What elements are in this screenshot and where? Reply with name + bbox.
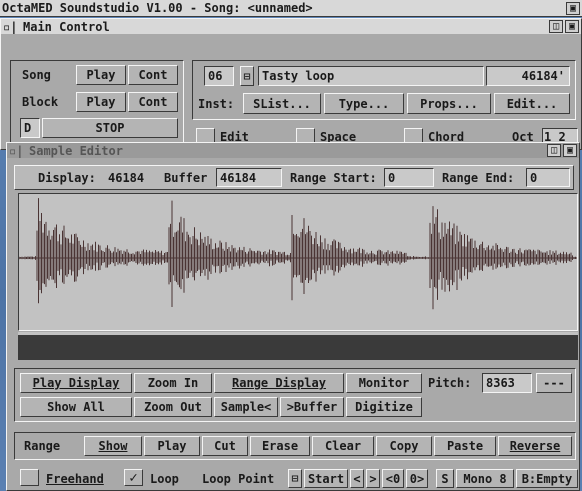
sample-to-buffer-left-button[interactable]: Sample< — [214, 397, 278, 417]
sample-editor-close-icon[interactable]: ▫| — [9, 144, 23, 158]
nav-end-button[interactable]: 0> — [406, 469, 428, 488]
loop-point-label: Loop Point — [202, 471, 275, 486]
waveform-display[interactable] — [18, 193, 578, 331]
screen-title: OctaMED Soundstudio V1.00 - Song: <unnam… — [2, 1, 313, 15]
freehand-checkbox[interactable] — [20, 469, 39, 486]
play-range-label: Play — [157, 439, 187, 453]
nav-prev-button[interactable]: < — [350, 469, 364, 488]
sample-length-field: 46184' — [486, 66, 570, 86]
reverse-button[interactable]: Reverse — [498, 436, 572, 456]
main-control-title: Main Control — [23, 19, 110, 34]
play-range-button[interactable]: Play — [144, 436, 200, 456]
song-play-button[interactable]: Play — [76, 65, 126, 85]
props-button[interactable]: Props... — [407, 93, 491, 114]
nav-next-button[interactable]: > — [366, 469, 380, 488]
d-field[interactable]: D — [20, 118, 40, 138]
reverse-label: Reverse — [509, 439, 561, 453]
range-display-button[interactable]: Range Display — [214, 373, 344, 393]
sample-left-label: Sample< — [220, 400, 272, 414]
inst-label: Inst: — [198, 97, 235, 111]
range-label: Range — [24, 439, 61, 453]
copy-button[interactable]: Copy — [376, 436, 432, 456]
loop-checkbox[interactable]: ✓ — [124, 469, 143, 486]
range-start-label: Range Start: — [290, 170, 377, 185]
zoom-in-label: Zoom In — [147, 376, 199, 390]
start-button[interactable]: Start — [304, 469, 348, 488]
paste-label: Paste — [446, 439, 484, 453]
zoom-out-button[interactable]: Zoom Out — [134, 397, 212, 417]
pitch-button[interactable]: --- — [536, 373, 572, 393]
waveform-scrollbar[interactable] — [18, 332, 578, 360]
edit-button[interactable]: Edit... — [494, 93, 570, 114]
close-icon[interactable]: ▫| — [3, 20, 17, 34]
loop-label: Loop — [150, 471, 179, 486]
screen-title-bar[interactable]: OctaMED Soundstudio V1.00 - Song: <unnam… — [0, 0, 582, 17]
range-end-field[interactable]: 0 — [526, 168, 570, 187]
buffer-field[interactable]: 46184 — [216, 168, 282, 187]
monitor-button[interactable]: Monitor — [346, 373, 422, 393]
pitch-label: Pitch: — [428, 376, 472, 390]
to-buffer-button[interactable]: >Buffer — [280, 397, 344, 417]
sample-name-field[interactable]: Tasty loop — [258, 66, 484, 86]
range-start-field[interactable]: 0 — [384, 168, 434, 187]
paste-button[interactable]: Paste — [434, 436, 496, 456]
sample-editor-depth-icon[interactable]: ▣ — [563, 144, 577, 157]
sample-editor-title-bar[interactable]: ▫| Sample Editor — [7, 143, 579, 158]
type-button[interactable]: Type... — [324, 93, 404, 114]
loop-point-lock-icon[interactable]: ⊟ — [288, 469, 302, 488]
sample-number-field[interactable]: 06 — [204, 66, 234, 86]
freehand-label: Freehand — [46, 471, 104, 486]
block-label: Block — [22, 95, 59, 109]
display-label: Display: — [38, 170, 96, 185]
cut-label: Cut — [214, 439, 236, 453]
range-end-label: Range End: — [442, 170, 515, 185]
erase-button[interactable]: Erase — [250, 436, 310, 456]
buffer-label: Buffer — [164, 170, 208, 185]
show-button[interactable]: Show — [84, 436, 142, 456]
waveform-graph[interactable] — [19, 194, 577, 330]
play-display-label: Play Display — [32, 376, 120, 390]
lock-icon[interactable]: ⊟ — [240, 66, 254, 86]
digitize-label: Digitize — [355, 400, 413, 414]
song-cont-button[interactable]: Cont — [128, 65, 178, 85]
zoom-in-button[interactable]: Zoom In — [134, 373, 212, 393]
buffer-status-button[interactable]: B:Empty — [516, 469, 578, 488]
clear-button[interactable]: Clear — [312, 436, 374, 456]
sample-editor-title: Sample Editor — [29, 143, 123, 158]
clear-label: Clear — [324, 439, 362, 453]
screen-depth-icon[interactable]: ▣ — [566, 2, 580, 15]
checkmark-icon: ✓ — [129, 469, 138, 486]
display-value: 46184 — [108, 170, 145, 185]
mono-button[interactable]: Mono 8 — [456, 469, 514, 488]
main-control-title-bar[interactable]: ▫| Main Control — [1, 19, 581, 34]
show-all-button[interactable]: Show All — [20, 397, 132, 417]
digitize-button[interactable]: Digitize — [346, 397, 422, 417]
song-label: Song — [22, 68, 51, 82]
slist-button[interactable]: SList... — [243, 93, 321, 114]
stop-button[interactable]: STOP — [42, 118, 178, 138]
block-cont-button[interactable]: Cont — [128, 92, 178, 112]
play-display-button[interactable]: Play Display — [20, 373, 132, 393]
s-button[interactable]: S — [436, 469, 454, 488]
erase-label: Erase — [261, 439, 299, 453]
depth-icon[interactable]: ▣ — [565, 20, 579, 33]
sample-editor-zoom-icon[interactable]: ◫ — [547, 144, 561, 157]
to-buffer-label: >Buffer — [286, 400, 338, 414]
cut-button[interactable]: Cut — [202, 436, 248, 456]
block-play-button[interactable]: Play — [76, 92, 126, 112]
range-display-label: Range Display — [232, 376, 326, 390]
copy-label: Copy — [389, 439, 419, 453]
waveform-trace — [19, 198, 576, 310]
nav-start-button[interactable]: <0 — [382, 469, 404, 488]
show-label: Show — [98, 439, 128, 453]
pitch-field[interactable]: 8363 — [482, 373, 532, 393]
monitor-label: Monitor — [358, 376, 410, 390]
zoom-icon[interactable]: ◫ — [549, 20, 563, 33]
zoom-out-label: Zoom Out — [144, 400, 202, 414]
show-all-label: Show All — [47, 400, 105, 414]
sample-length-value: 46184' — [521, 69, 565, 83]
